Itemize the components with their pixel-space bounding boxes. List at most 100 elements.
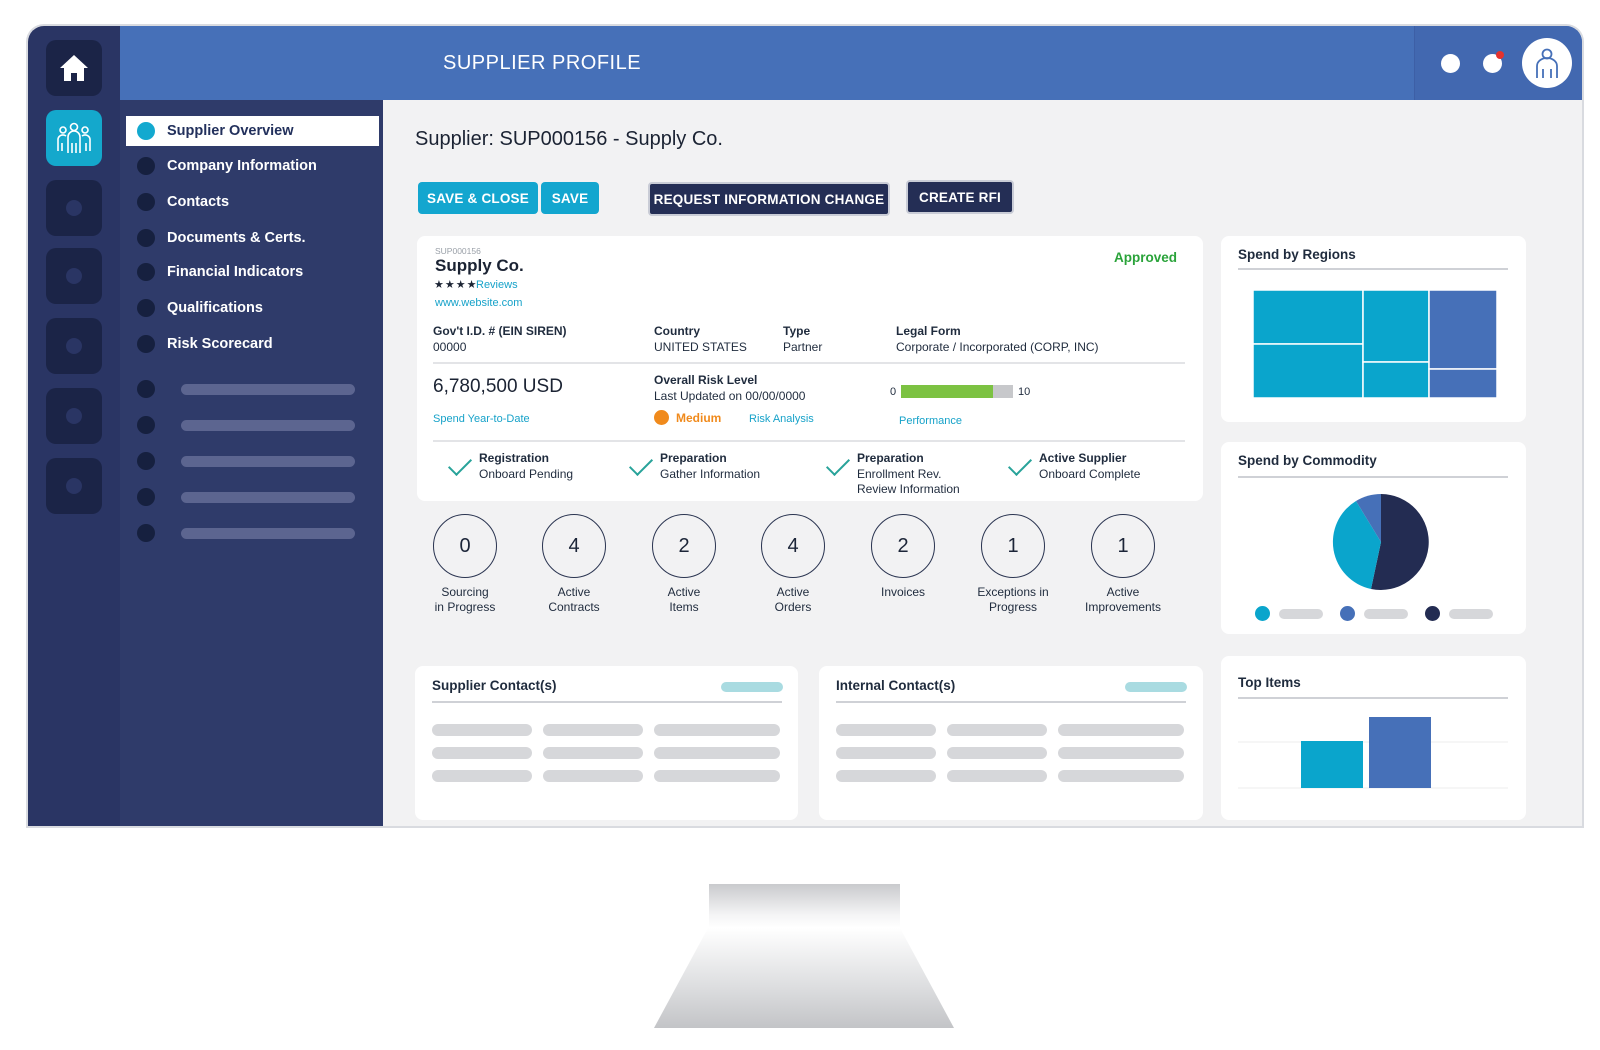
sidebar-placeholder-item[interactable] xyxy=(137,416,355,434)
performance-fill xyxy=(901,385,993,398)
save-button[interactable]: SAVE xyxy=(541,182,599,214)
step-detail: Onboard Pending xyxy=(479,467,574,481)
metric-value: 4 xyxy=(542,514,606,578)
divider xyxy=(433,440,1185,442)
bullet-icon xyxy=(137,452,155,470)
sidebar-placeholder-item[interactable] xyxy=(137,488,355,506)
card-divider xyxy=(1238,268,1508,270)
page: SUPPLIER PROFILE Supplier Overview Compa… xyxy=(0,0,1600,1050)
rail-button-6[interactable] xyxy=(46,388,102,444)
treemap-cell xyxy=(1253,290,1364,345)
placeholder-bar xyxy=(181,527,355,539)
sidebar-item-label: Qualifications xyxy=(167,300,263,316)
create-rfi-button[interactable]: CREATE RFI xyxy=(906,180,1014,214)
metric-invoices[interactable]: 2 Invoices xyxy=(843,514,963,600)
sidebar-item-supplier-overview[interactable]: Supplier Overview xyxy=(126,116,379,146)
commodity-pie xyxy=(1332,493,1429,590)
website-link[interactable]: www.website.com xyxy=(435,297,522,309)
sidebar-item-label: Risk Scorecard xyxy=(167,336,273,352)
metric-label: Active Orders xyxy=(733,585,853,615)
regions-treemap xyxy=(1253,290,1498,398)
metric-contracts[interactable]: 4 Active Contracts xyxy=(514,514,634,615)
save-close-button[interactable]: SAVE & CLOSE xyxy=(418,182,538,214)
request-change-button[interactable]: REQUEST INFORMATION CHANGE xyxy=(648,182,890,216)
sidebar-item-contacts[interactable]: Contacts xyxy=(126,187,379,217)
card-divider xyxy=(432,701,782,703)
bullet-icon xyxy=(137,335,155,353)
spend-by-commodity-card[interactable]: Spend by Commodity xyxy=(1221,442,1526,634)
metric-label: Active Items xyxy=(624,585,744,615)
placeholder-pill[interactable] xyxy=(1125,682,1187,692)
metric-value: 4 xyxy=(761,514,825,578)
risk-analysis-link[interactable]: Risk Analysis xyxy=(749,413,814,425)
reviews-link[interactable]: Reviews xyxy=(476,279,518,291)
placeholder-pill[interactable] xyxy=(721,682,783,692)
metric-value: 0 xyxy=(433,514,497,578)
sidebar-item-label: Supplier Overview xyxy=(167,123,294,139)
status-icon[interactable] xyxy=(1441,54,1460,73)
legal-form-value: Corporate / Incorporated (CORP, INC) xyxy=(896,340,1099,354)
placeholder-bar xyxy=(654,724,780,736)
home-button[interactable] xyxy=(46,40,102,96)
sidebar-item-label: Contacts xyxy=(167,194,230,210)
metric-value: 1 xyxy=(981,514,1045,578)
metric-label: Active Contracts xyxy=(514,585,634,615)
rail-button-7[interactable] xyxy=(46,458,102,514)
home-icon xyxy=(60,55,88,81)
monitor-screen: SUPPLIER PROFILE Supplier Overview Compa… xyxy=(26,24,1584,828)
spend-ytd-link[interactable]: Spend Year-to-Date xyxy=(433,413,530,425)
step-title: Preparation xyxy=(660,451,727,465)
divider xyxy=(433,362,1185,364)
sidebar-item-risk-scorecard[interactable]: Risk Scorecard xyxy=(126,329,379,359)
check-icon xyxy=(825,451,851,477)
govt-id-label: Gov't I.D. # (EIN SIREN) xyxy=(433,324,567,338)
placeholder-bar xyxy=(181,419,355,431)
placeholder-icon xyxy=(66,200,82,216)
internal-contacts-card: Internal Contact(s) xyxy=(819,666,1203,820)
sidebar-placeholder-item[interactable] xyxy=(137,452,355,470)
suppliers-button[interactable] xyxy=(46,110,102,166)
metric-label-line: Sourcing xyxy=(441,585,489,599)
icon-rail xyxy=(28,26,120,826)
top-items-card[interactable]: Top Items xyxy=(1221,656,1526,820)
placeholder-bar xyxy=(1058,747,1184,759)
placeholder-icon xyxy=(66,338,82,354)
rail-button-3[interactable] xyxy=(46,180,102,236)
metric-improvements[interactable]: 1 Active Improvements xyxy=(1063,514,1183,615)
bar xyxy=(1369,717,1431,788)
metric-exceptions[interactable]: 1 Exceptions in Progress xyxy=(953,514,1073,615)
placeholder-bar xyxy=(543,770,643,782)
step-detail: Gather Information xyxy=(660,467,761,481)
card-title: Top Items xyxy=(1238,675,1301,690)
sidebar-placeholder-item[interactable] xyxy=(137,524,355,542)
rail-button-5[interactable] xyxy=(46,318,102,374)
sidebar-item-company-information[interactable]: Company Information xyxy=(126,151,379,181)
metric-orders[interactable]: 4 Active Orders xyxy=(733,514,853,615)
placeholder-icon xyxy=(66,408,82,424)
check-icon xyxy=(447,451,473,477)
legend-dot-icon xyxy=(1340,606,1355,621)
avatar[interactable] xyxy=(1522,38,1572,88)
sidebar-item-qualifications[interactable]: Qualifications xyxy=(126,293,379,323)
step-detail-2: Review Information xyxy=(857,482,960,496)
metric-value: 2 xyxy=(871,514,935,578)
sidebar-placeholder-item[interactable] xyxy=(137,380,355,398)
bullet-icon xyxy=(137,416,155,434)
step-detail: Enrollment Rev. xyxy=(857,467,942,481)
sidebar-item-documents[interactable]: Documents & Certs. xyxy=(126,223,379,253)
sidebar-item-financial-indicators[interactable]: Financial Indicators xyxy=(126,257,379,287)
legal-form-label: Legal Form xyxy=(896,324,961,338)
bullet-icon xyxy=(137,157,155,175)
metric-label-line: in Progress xyxy=(434,600,496,614)
performance-link[interactable]: Performance xyxy=(899,415,962,427)
spend-by-regions-card[interactable]: Spend by Regions xyxy=(1221,236,1526,422)
rail-button-4[interactable] xyxy=(46,248,102,304)
type-label: Type xyxy=(783,324,811,338)
monitor-stand-neck xyxy=(709,884,900,928)
card-divider xyxy=(1238,697,1508,699)
spend-value: 6,780,500 USD xyxy=(433,376,563,397)
metric-label: Invoices xyxy=(843,585,963,600)
metric-sourcing[interactable]: 0 Sourcing in Progress xyxy=(405,514,525,615)
sidebar-item-label: Documents & Certs. xyxy=(167,230,306,246)
metric-items[interactable]: 2 Active Items xyxy=(624,514,744,615)
